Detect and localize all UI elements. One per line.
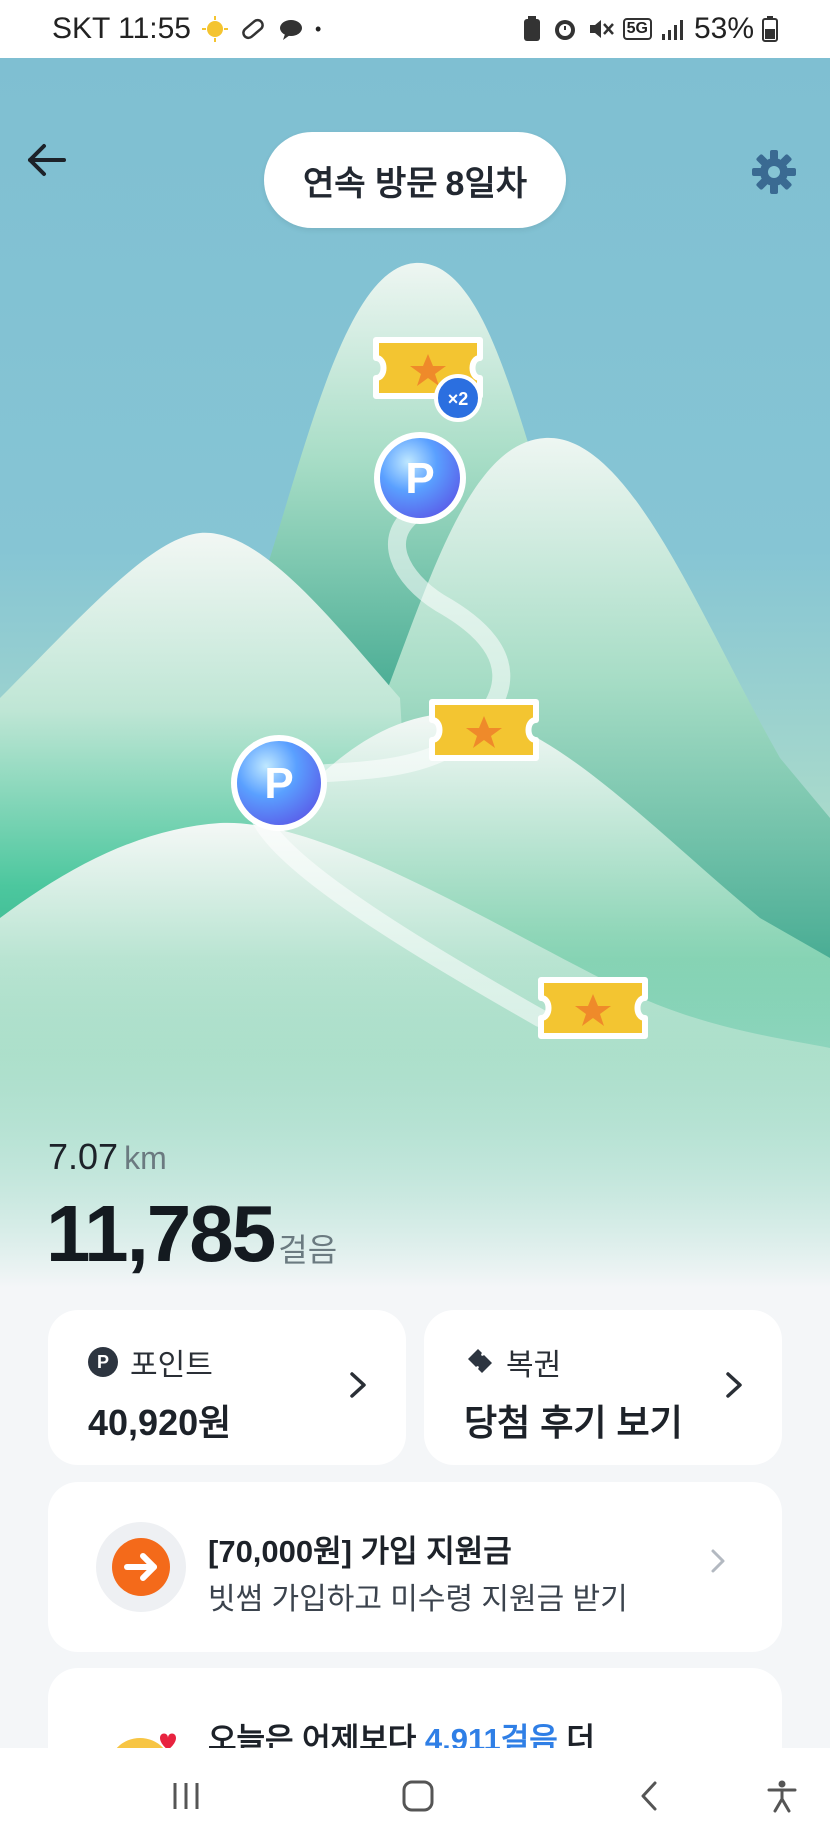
battery-saver-icon [521, 15, 543, 43]
notification-dot-icon: • [314, 18, 322, 39]
chevron-right-icon [708, 1546, 728, 1584]
points-value: 40,920원 [88, 1402, 232, 1443]
ticket-reward-middle-icon [429, 699, 539, 761]
point-coin-left-icon: P [231, 735, 327, 831]
title-prefix: 연속 방문 [302, 164, 438, 203]
lottery-label-row: 복권 [464, 1340, 561, 1384]
accessibility-button[interactable] [762, 1776, 802, 1816]
pill-icon [239, 15, 267, 43]
signal-icon [660, 16, 686, 42]
home-icon [402, 1780, 434, 1812]
steps-value: 11,785 [46, 1189, 276, 1278]
step-count-display: 11,785 걸음 [46, 1188, 337, 1280]
multiplier-text: ×2 [448, 389, 469, 409]
title-days: 8일차 [445, 164, 528, 203]
sun-icon [201, 15, 229, 43]
lottery-card[interactable]: 복권 당첨 후기 보기 [424, 1310, 782, 1465]
status-bar: SKT 11:55 • 5G 53% [0, 0, 830, 58]
svg-text:P: P [264, 759, 293, 808]
visit-streak-title: 연속 방문 8일차 [264, 132, 566, 228]
lottery-value: 당첨 후기 보기 [464, 1402, 683, 1443]
recent-apps-icon [173, 1783, 199, 1809]
ticket-reward-bottom-icon [538, 977, 648, 1039]
multiplier-badge: ×2 [434, 374, 482, 422]
svg-text:P: P [405, 454, 434, 503]
steps-unit: 걸음 [278, 1232, 338, 1268]
arrow-left-icon [28, 144, 66, 176]
home-button[interactable] [398, 1776, 438, 1816]
arrow-right-circle-icon [112, 1538, 170, 1596]
accessibility-icon [767, 1780, 797, 1813]
point-coin-top-icon: P [374, 432, 466, 524]
point-badge-icon: P [88, 1347, 118, 1377]
settings-button[interactable] [748, 146, 800, 198]
alarm-icon [551, 15, 579, 43]
promo-subtitle: 빗썸 가입하고 미수령 지원금 받기 [208, 1583, 628, 1616]
battery-percent: 53% [693, 12, 754, 45]
back-button[interactable] [24, 138, 76, 190]
chevron-right-icon [724, 1370, 744, 1409]
network-5g-icon: 5G [622, 18, 652, 40]
points-label-row: P 포인트 [88, 1340, 213, 1384]
mountain-illustration: ×2 P P [0, 262, 830, 1288]
distance-unit: km [124, 1140, 167, 1176]
lottery-label: 복권 [506, 1349, 562, 1382]
distance-value: 7.07 [48, 1136, 119, 1177]
points-card[interactable]: P 포인트 40,920원 [48, 1310, 406, 1465]
battery-icon [762, 15, 778, 43]
gear-icon [752, 150, 796, 194]
chat-bubble-icon [277, 15, 305, 43]
back-nav-button[interactable] [630, 1776, 670, 1816]
mute-icon [587, 15, 615, 43]
promo-icon-wrap [96, 1522, 186, 1612]
carrier-time: SKT 11:55 [52, 12, 191, 45]
ticket-icon [464, 1347, 494, 1377]
recent-apps-button[interactable] [166, 1776, 206, 1816]
distance-display: 7.07 km [48, 1136, 167, 1178]
system-nav-bar [0, 1748, 830, 1844]
points-label: 포인트 [130, 1349, 213, 1382]
signup-bonus-banner[interactable]: [70,000원] 가입 지원금 빗썸 가입하고 미수령 지원금 받기 [48, 1482, 782, 1652]
chevron-right-icon [348, 1370, 368, 1409]
mountain-hero: ×2 P P 연속 방문 8일차 7.07 km 11,785 걸음 [0, 58, 830, 1288]
chevron-left-icon [641, 1781, 657, 1811]
promo-title: [70,000원] 가입 지원금 [208, 1534, 512, 1569]
